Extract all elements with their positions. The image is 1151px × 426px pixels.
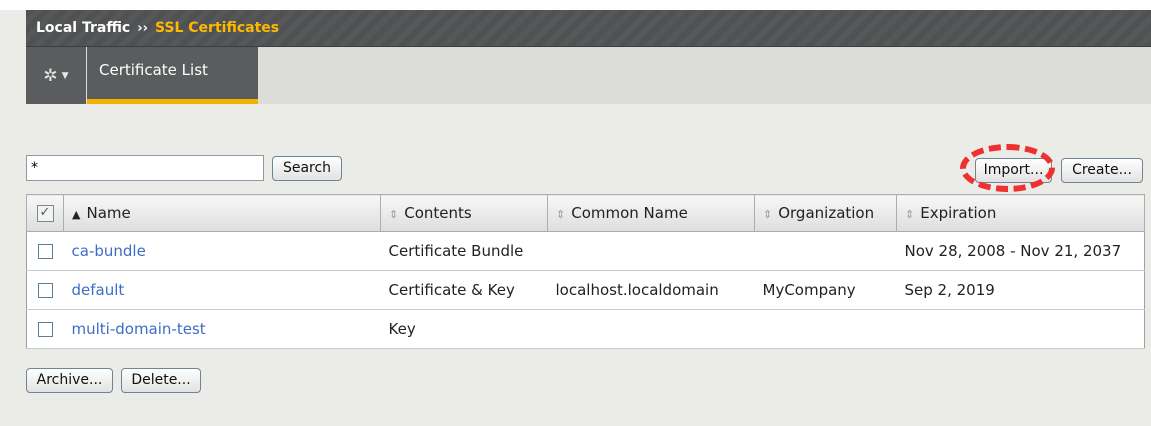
breadcrumb-section[interactable]: Local Traffic <box>36 20 130 36</box>
search-input[interactable] <box>26 155 264 181</box>
top-strip <box>0 0 1151 10</box>
select-all-header[interactable]: ✓ <box>26 194 64 232</box>
table-row: default Certificate & Key localhost.loca… <box>26 270 1145 310</box>
column-label: Contents <box>404 204 472 222</box>
cell-expiration: Nov 28, 2008 - Nov 21, 2037 <box>896 231 1145 271</box>
cell-organization <box>754 309 897 349</box>
cell-common-name: localhost.localdomain <box>547 270 755 310</box>
cell-contents: Certificate Bundle <box>380 231 548 271</box>
delete-button[interactable]: Delete... <box>121 368 201 393</box>
row-checkbox[interactable] <box>37 244 53 259</box>
certificate-link[interactable]: ca-bundle <box>72 242 146 260</box>
column-header-organization[interactable]: ⇕ Organization <box>754 194 897 232</box>
column-label: Name <box>86 204 131 222</box>
row-select-cell <box>26 309 64 349</box>
gear-icon: ✲ <box>43 65 58 86</box>
cell-common-name <box>547 231 755 271</box>
breadcrumb-separator-icon: ›› <box>137 20 148 36</box>
tab-strip: ✲ ▼ Certificate List <box>26 47 1151 104</box>
page-title: SSL Certificates <box>154 20 280 36</box>
cell-contents: Key <box>380 309 548 349</box>
sort-icon: ⇕ <box>389 208 399 221</box>
certificate-table: ✓ ▲ Name ⇕ Contents ⇕ Common Name ⇕ Organiza… <box>26 194 1145 349</box>
row-select-cell <box>26 231 64 271</box>
search-button[interactable]: Search <box>272 156 342 181</box>
column-header-expiration[interactable]: ⇕ Expiration <box>896 194 1145 232</box>
row-checkbox[interactable] <box>37 283 53 298</box>
row-checkbox[interactable] <box>37 322 53 337</box>
column-label: Expiration <box>920 204 997 222</box>
chevron-down-icon: ▼ <box>61 70 69 81</box>
table-header-row: ✓ ▲ Name ⇕ Contents ⇕ Common Name ⇕ Organiza… <box>26 194 1145 232</box>
cell-name: ca-bundle <box>63 231 381 271</box>
table-row: ca-bundle Certificate Bundle Nov 28, 200… <box>26 231 1145 271</box>
cell-organization: MyCompany <box>754 270 897 310</box>
select-all-checkbox[interactable]: ✓ <box>36 205 54 222</box>
gear-menu-button[interactable]: ✲ ▼ <box>26 47 86 104</box>
column-header-contents[interactable]: ⇕ Contents <box>380 194 548 232</box>
cell-contents: Certificate & Key <box>380 270 548 310</box>
cell-name: default <box>63 270 381 310</box>
archive-button[interactable]: Archive... <box>26 368 113 393</box>
column-header-name[interactable]: ▲ Name <box>63 194 381 232</box>
sort-icon: ⇕ <box>556 208 566 221</box>
certificate-link[interactable]: multi-domain-test <box>72 320 206 338</box>
tab-certificate-list[interactable]: Certificate List <box>87 47 258 104</box>
breadcrumb: Local Traffic ›› SSL Certificates <box>26 10 1151 47</box>
cell-expiration <box>896 309 1145 349</box>
sort-ascending-icon: ▲ <box>72 208 81 221</box>
table-row: multi-domain-test Key <box>26 309 1145 349</box>
column-header-common-name[interactable]: ⇕ Common Name <box>547 194 755 232</box>
sort-icon: ⇕ <box>763 208 773 221</box>
cell-organization <box>754 231 897 271</box>
certificate-link[interactable]: default <box>72 281 125 299</box>
cell-common-name <box>547 309 755 349</box>
create-button[interactable]: Create... <box>1061 158 1143 183</box>
column-label: Organization <box>778 204 875 222</box>
cell-expiration: Sep 2, 2019 <box>896 270 1145 310</box>
import-button[interactable]: Import... <box>975 158 1052 183</box>
sort-icon: ⇕ <box>905 208 915 221</box>
column-label: Common Name <box>571 204 688 222</box>
app-frame: Local Traffic ›› SSL Certificates ✲ ▼ Ce… <box>0 0 1151 426</box>
row-select-cell <box>26 270 64 310</box>
cell-name: multi-domain-test <box>63 309 381 349</box>
